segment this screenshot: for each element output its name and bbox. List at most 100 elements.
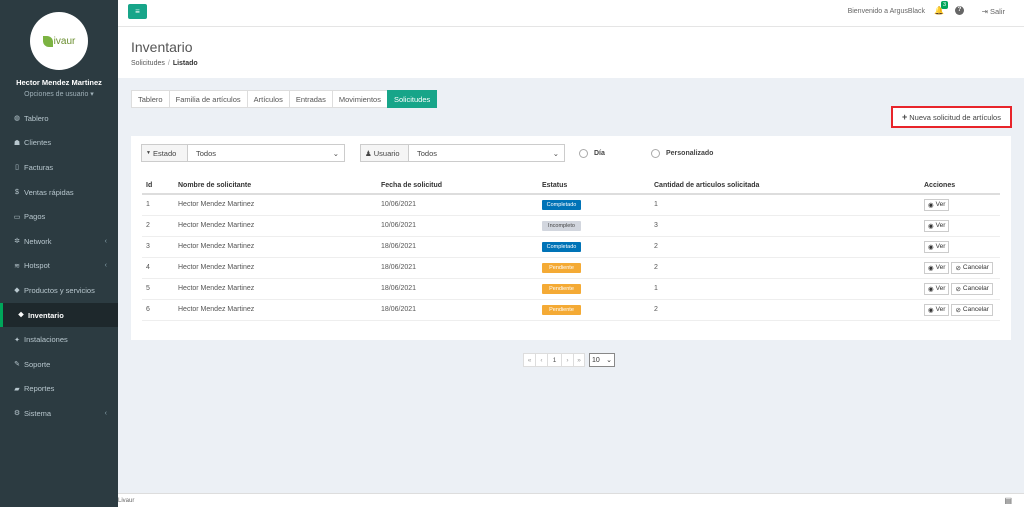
money-icon: ▭: [13, 213, 21, 221]
breadcrumb-listado: Listado: [172, 60, 198, 67]
chevron-down-icon: ⌄: [606, 357, 612, 364]
view-button[interactable]: ◉ Ver: [924, 198, 950, 211]
table-row: 6 Hector Mendez Martinez 18/06/2021 Pendien…: [142, 299, 1000, 321]
cell-qty: 1: [650, 194, 920, 216]
last-page-button[interactable]: »: [573, 353, 585, 367]
view-label: Ver: [935, 264, 946, 271]
ban-icon: ⊘: [955, 264, 961, 272]
sidebar-item-hotspot[interactable]: ≋ Hotspot ‹: [0, 254, 118, 279]
view-label: Ver: [935, 306, 946, 313]
sidebar-toggle-button[interactable]: ≡: [128, 4, 147, 19]
view-button[interactable]: ◉ Ver: [924, 240, 950, 253]
help-icon[interactable]: ?: [955, 6, 964, 15]
sidebar-item-productos-y-servicios[interactable]: ◆ Productos y servicios: [0, 278, 118, 303]
view-button[interactable]: ◉ Ver: [924, 282, 950, 295]
hamburger-icon: ≡: [135, 7, 140, 16]
prev-page-button[interactable]: ‹: [535, 353, 547, 367]
cell-name: Hector Mendez Martinez: [174, 194, 377, 216]
cell-id: 1: [142, 194, 174, 216]
table-row: 5 Hector Mendez Martinez 18/06/2021 Pendien…: [142, 278, 1000, 300]
sidebar-item-soporte[interactable]: ✎ Soporte: [0, 352, 118, 377]
new-request-button[interactable]: + Nueva solicitud de artículos: [891, 106, 1012, 128]
status-badge: Completado: [542, 199, 581, 210]
col-fecha: Fecha de solicitud: [377, 177, 538, 195]
sidebar-item-label: Soporte: [24, 359, 51, 369]
sidebar-item-network[interactable]: ✲ Network ‹: [0, 229, 118, 254]
status-badge: Pendiente: [542, 304, 581, 315]
view-button[interactable]: ◉ Ver: [924, 261, 950, 274]
cell-status: Pendiente: [538, 257, 650, 279]
welcome-text: Bienvenido a ArgusBlack: [847, 8, 925, 15]
eye-icon: ◉: [928, 222, 934, 230]
status-badge: Pendiente: [542, 262, 581, 273]
chevron-down-icon: ⌄: [332, 148, 339, 158]
sidebar-item-ventas-rápidas[interactable]: $ Ventas rápidas: [0, 180, 118, 205]
per-page-value: 10: [592, 356, 600, 364]
sidebar-item-label: Clientes: [24, 138, 52, 148]
cell-id: 4: [142, 257, 174, 279]
cubes-icon: ❖: [17, 312, 25, 320]
radio-dia[interactable]: Día: [579, 149, 605, 158]
radio-personalizado[interactable]: Personalizado: [651, 149, 713, 158]
estado-select[interactable]: Todos ⌄: [188, 145, 344, 161]
dashboard-icon: ◍: [13, 115, 21, 123]
sidebar-item-inventario[interactable]: ❖ Inventario: [0, 302, 118, 328]
cancel-button[interactable]: ⊘ Cancelar: [951, 303, 993, 316]
eye-icon: ◉: [928, 201, 934, 209]
cell-date: 18/06/2021: [377, 236, 538, 258]
tab-solicitudes[interactable]: Solicitudes: [386, 90, 438, 108]
book-icon: ▰: [14, 385, 20, 393]
sidebar-item-label: Ventas rápidas: [24, 187, 74, 197]
cell-qty: 1: [650, 278, 920, 300]
usuario-filter: ♟ Usuario Todos ⌄: [360, 144, 565, 162]
sidebar-item-reportes[interactable]: ▰ Reportes: [0, 377, 118, 402]
cancel-button[interactable]: ⊘ Cancelar: [951, 261, 993, 274]
logout-link[interactable]: ⇥ Salir: [982, 7, 1005, 16]
sidebar-item-pagos[interactable]: ▭ Pagos: [0, 204, 118, 229]
cell-qty: 3: [650, 215, 920, 237]
user-options-link[interactable]: Opciones de usuario ▾: [0, 90, 118, 98]
eye-icon: ◉: [928, 264, 934, 272]
page-1-button[interactable]: 1: [547, 353, 561, 367]
view-button[interactable]: ◉ Ver: [924, 219, 950, 232]
tab-tablero[interactable]: Tablero: [131, 90, 169, 108]
cell-date: 18/06/2021: [377, 278, 538, 300]
inventory-tabs: Tablero Familia de artículos Artículos E…: [131, 90, 438, 108]
breadcrumb: Solicitudes / Listado: [131, 60, 198, 67]
cell-qty: 2: [650, 236, 920, 258]
cell-qty: 2: [650, 299, 920, 321]
chevron-down-icon: ⌄: [552, 148, 559, 158]
ban-icon: ⊘: [955, 306, 961, 314]
sidebar-item-sistema[interactable]: ⚙ Sistema ‹: [0, 401, 118, 426]
cell-date: 10/06/2021: [377, 194, 538, 216]
status-badge: Pendiente: [542, 283, 581, 294]
col-nombre: Nombre de solicitante: [174, 177, 377, 195]
cell-actions: ◉ Ver ⊘ Cancelar: [920, 278, 1000, 300]
sidebar-item-instalaciones[interactable]: ✦ Instalaciones: [0, 327, 118, 352]
per-page-select[interactable]: 10 ⌄: [589, 353, 615, 367]
tab-movimientos[interactable]: Movimientos: [331, 90, 387, 108]
view-button[interactable]: ◉ Ver: [924, 303, 950, 316]
tab-entradas[interactable]: Entradas: [288, 90, 332, 108]
cell-actions: ◉ Ver: [920, 215, 1000, 237]
sidebar-item-label: Facturas: [24, 162, 54, 172]
cancel-button[interactable]: ⊘ Cancelar: [951, 282, 993, 295]
sidebar-item-label: Inventario: [28, 310, 64, 320]
usuario-select[interactable]: Todos ⌄: [409, 145, 564, 161]
breadcrumb-solicitudes[interactable]: Solicitudes: [131, 60, 165, 67]
tab-articulos[interactable]: Artículos: [246, 90, 289, 108]
sidebar-item-clientes[interactable]: ☗ Clientes: [0, 131, 118, 156]
first-page-button[interactable]: «: [523, 353, 535, 367]
sidebar-item-facturas[interactable]: ▯ Facturas: [0, 155, 118, 180]
radio-personalizado-label: Personalizado: [666, 150, 714, 157]
tag-icon: ◆: [14, 287, 20, 295]
sidebar-item-label: Tablero: [24, 113, 49, 123]
next-page-button[interactable]: ›: [561, 353, 573, 367]
estado-label: ▼ Estado: [142, 145, 188, 161]
cell-actions: ◉ Ver: [920, 236, 1000, 258]
cell-date: 18/06/2021: [377, 299, 538, 321]
cell-id: 3: [142, 236, 174, 258]
tab-familia-articulos[interactable]: Familia de artículos: [168, 90, 247, 108]
footer: Livaur ▤: [118, 493, 1024, 507]
sidebar-item-tablero[interactable]: ◍ Tablero: [0, 106, 118, 131]
